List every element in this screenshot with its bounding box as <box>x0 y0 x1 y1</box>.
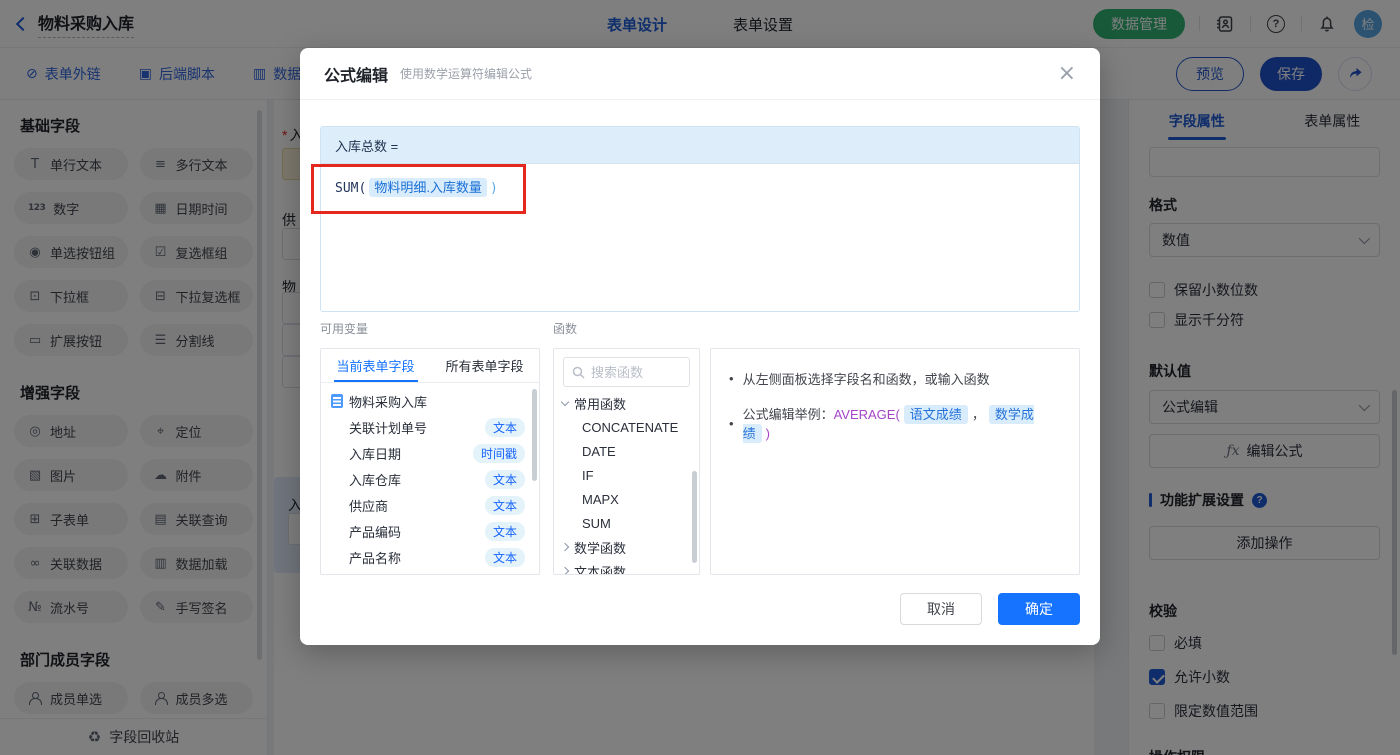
formula-field-pill[interactable]: 物料明细.入库数量 <box>369 178 487 197</box>
variable-name: 产品名称 <box>349 550 402 566</box>
modal-title: 公式编辑 <box>324 67 389 85</box>
tree-chevron-icon <box>560 566 570 574</box>
function-group-expanded[interactable]: 常用函数 <box>554 391 699 415</box>
modal-subtitle: 使用数学运算符编辑公式 <box>400 67 533 81</box>
function-group-collapsed[interactable]: 数学函数 <box>554 535 699 559</box>
tree-chevron-icon <box>560 397 570 406</box>
variable-name: 入库日期 <box>349 446 402 462</box>
variable-name: 入库仓库 <box>349 472 402 488</box>
variable-root-label: 物料采购入库 <box>349 394 428 410</box>
variables-panel: 当前表单字段 所有表单字段 物料采购入库 关联计划单号 文本 入库日期 时间戳 入库仓库文… <box>320 348 540 575</box>
variable-type-badge: 文本 <box>484 469 525 489</box>
variables-tabs: 当前表单字段 所有表单字段 <box>321 349 539 383</box>
function-search-input[interactable] <box>591 364 676 380</box>
search-icon <box>572 366 585 379</box>
tree-chevron-icon <box>560 542 570 552</box>
variables-list: 物料采购入库 关联计划单号 文本 入库日期 时间戳 入库仓库 文本 供应商 文本 产品编码 文本 产品… <box>321 383 539 570</box>
variable-type-badge: 时间戳 <box>472 443 525 463</box>
function-item[interactable]: CONCATENATE <box>554 415 699 439</box>
formula-expression[interactable]: SUM(物料明细.入库数量) <box>321 164 1079 209</box>
function-group-label: 数学函数 <box>574 540 627 556</box>
variable-type-badge: 文本 <box>484 495 525 515</box>
functions-panel: 常用函数 CONCATENATEDATEIFMAPXSUM 数学函数文本函数 <box>553 348 700 575</box>
variable-row[interactable]: 产品编码 文本 <box>321 518 539 544</box>
formula-editor-box[interactable]: 入库总数 = SUM(物料明细.入库数量) <box>320 126 1080 312</box>
variable-row[interactable]: 产品名称 文本 <box>321 544 539 570</box>
variable-row[interactable]: 入库仓库 文本 <box>321 466 539 492</box>
function-group-label: 文本函数 <box>574 564 627 575</box>
variable-row[interactable]: 供应商 文本 <box>321 492 539 518</box>
function-item[interactable]: MAPX <box>554 487 699 511</box>
form-document-icon <box>331 394 343 408</box>
variable-row[interactable]: 关联计划单号 文本 <box>321 414 539 440</box>
formula-target-field: 入库总数 = <box>321 127 1079 164</box>
variables-scrollbar[interactable] <box>532 389 537 481</box>
modal-header: 公式编辑 使用数学运算符编辑公式 × <box>300 48 1100 100</box>
confirm-button[interactable]: 确定 <box>998 593 1080 625</box>
function-item[interactable]: SUM <box>554 511 699 535</box>
variable-type-badge: 文本 <box>484 547 525 567</box>
variables-label: 可用变量 <box>320 322 369 336</box>
example-function: AVERAGE( <box>833 407 900 422</box>
tip-line: • 从左侧面板选择字段名和函数，或输入函数 <box>729 371 990 387</box>
tab-all-form-fields[interactable]: 所有表单字段 <box>430 349 539 382</box>
function-search-box[interactable] <box>563 357 690 387</box>
app-screen: 物料采购入库 表单设计 表单设置 数据管理 ? <box>0 0 1400 755</box>
formula-function: SUM( <box>335 181 367 196</box>
function-group-collapsed[interactable]: 文本函数 <box>554 559 699 575</box>
function-item[interactable]: DATE <box>554 439 699 463</box>
variable-name: 供应商 <box>349 498 389 514</box>
tab-current-form-fields[interactable]: 当前表单字段 <box>321 349 430 382</box>
example-field-pill: 语文成绩 <box>903 405 968 424</box>
functions-label: 函数 <box>553 322 578 336</box>
variable-name: 产品编码 <box>349 524 402 540</box>
variable-row[interactable]: 入库日期 时间戳 <box>321 440 539 466</box>
variable-type-badge: 文本 <box>484 417 525 437</box>
close-icon[interactable]: × <box>1058 62 1076 85</box>
formula-editor-modal: 公式编辑 使用数学运算符编辑公式 × 入库总数 = SUM(物料明细.入库数量)… <box>300 48 1100 645</box>
cancel-button[interactable]: 取消 <box>900 593 982 625</box>
function-item[interactable]: IF <box>554 463 699 487</box>
formula-close-paren: ) <box>489 181 498 196</box>
variable-type-badge: 文本 <box>484 521 525 541</box>
formula-help-panel: • 从左侧面板选择字段名和函数，或输入函数 • 公式编辑举例：AVERAGE(语… <box>710 348 1080 575</box>
modal-footer: 取消 确定 <box>900 593 1080 625</box>
functions-tree: 常用函数 CONCATENATE DATE IF MAPX SUM 数学函数文本函数 <box>554 391 699 575</box>
variable-name: 关联计划单号 <box>349 420 428 436</box>
tip-example: • 公式编辑举例：AVERAGE(语文成绩，数学成绩) <box>729 405 1034 443</box>
functions-scrollbar[interactable] <box>692 471 697 563</box>
variable-root-row[interactable]: 物料采购入库 <box>321 388 539 414</box>
function-group-label: 常用函数 <box>574 396 627 412</box>
